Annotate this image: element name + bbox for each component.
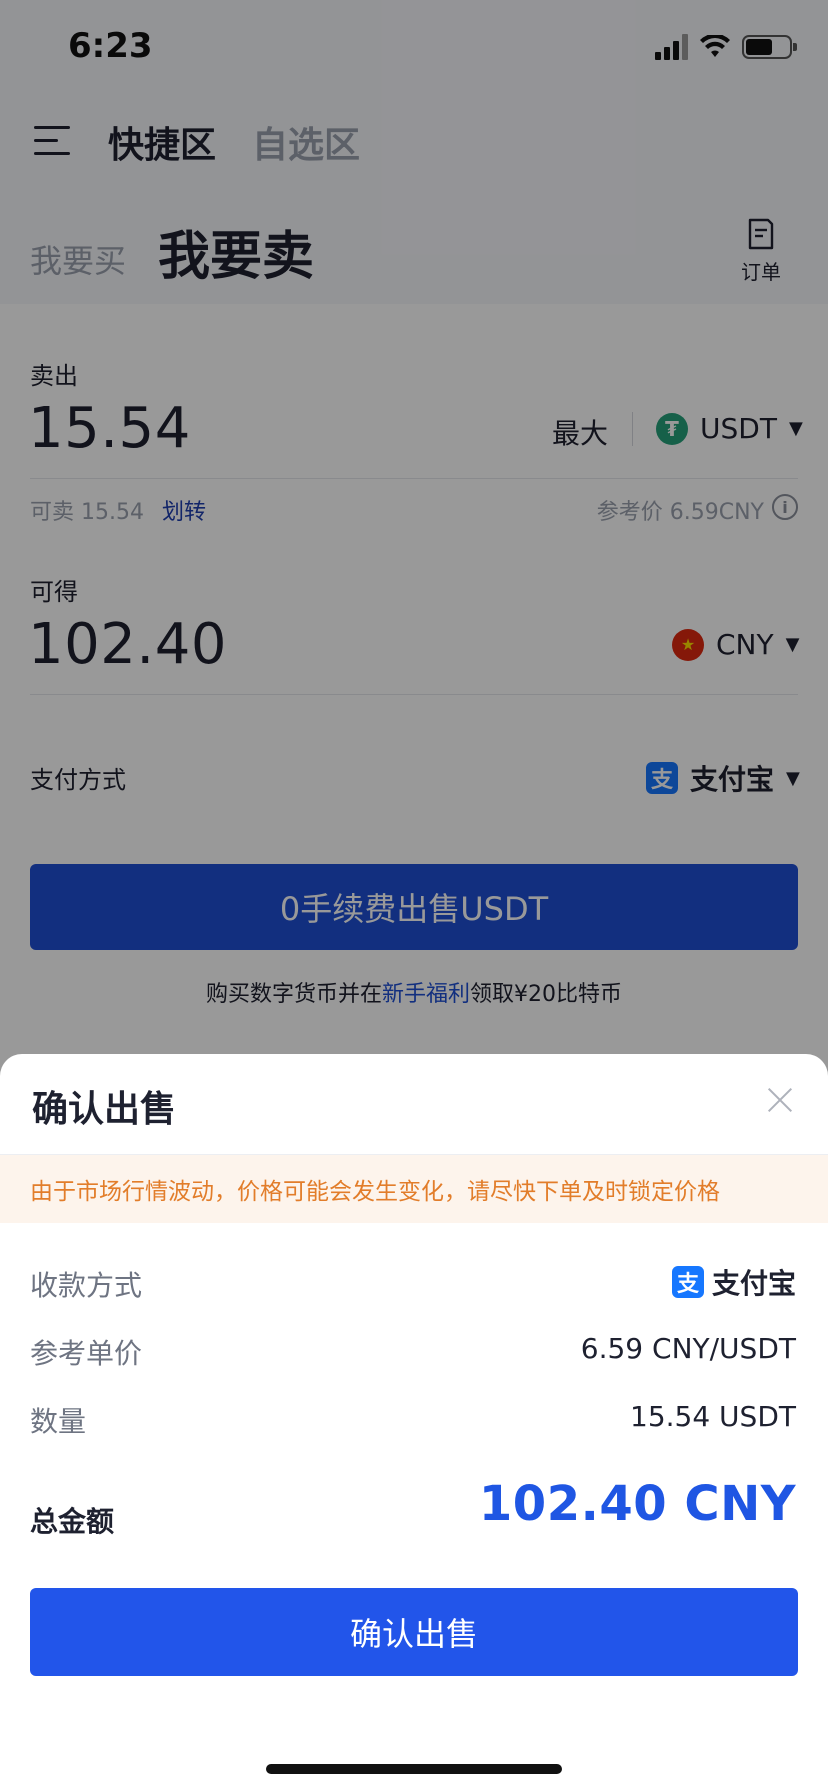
receive-method-text: 支付宝 — [711, 1267, 796, 1300]
unit-price-value: 6.59 CNY/USDT — [580, 1332, 796, 1365]
confirm-sell-sheet: 确认出售 由于市场行情波动，价格可能会发生变化，请尽快下单及时锁定价格 收款方式… — [0, 1054, 828, 1792]
price-warning-banner: 由于市场行情波动，价格可能会发生变化，请尽快下单及时锁定价格 — [0, 1155, 828, 1223]
home-indicator[interactable] — [266, 1764, 562, 1774]
total-amount-label: 总金额 — [30, 1505, 115, 1538]
receive-method-value: 支 支付宝 — [671, 1262, 796, 1302]
receive-method-label: 收款方式 — [30, 1269, 143, 1302]
sheet-title: 确认出售 — [32, 1089, 177, 1130]
quantity-value: 15.54 USDT — [630, 1400, 796, 1433]
alipay-icon: 支 — [671, 1266, 704, 1298]
confirm-sell-button[interactable]: 确认出售 — [30, 1588, 798, 1676]
unit-price-label: 参考单价 — [30, 1337, 143, 1370]
close-icon[interactable] — [766, 1086, 794, 1114]
quantity-label: 数量 — [30, 1405, 87, 1438]
total-amount-value: 102.40 CNY — [478, 1476, 796, 1532]
